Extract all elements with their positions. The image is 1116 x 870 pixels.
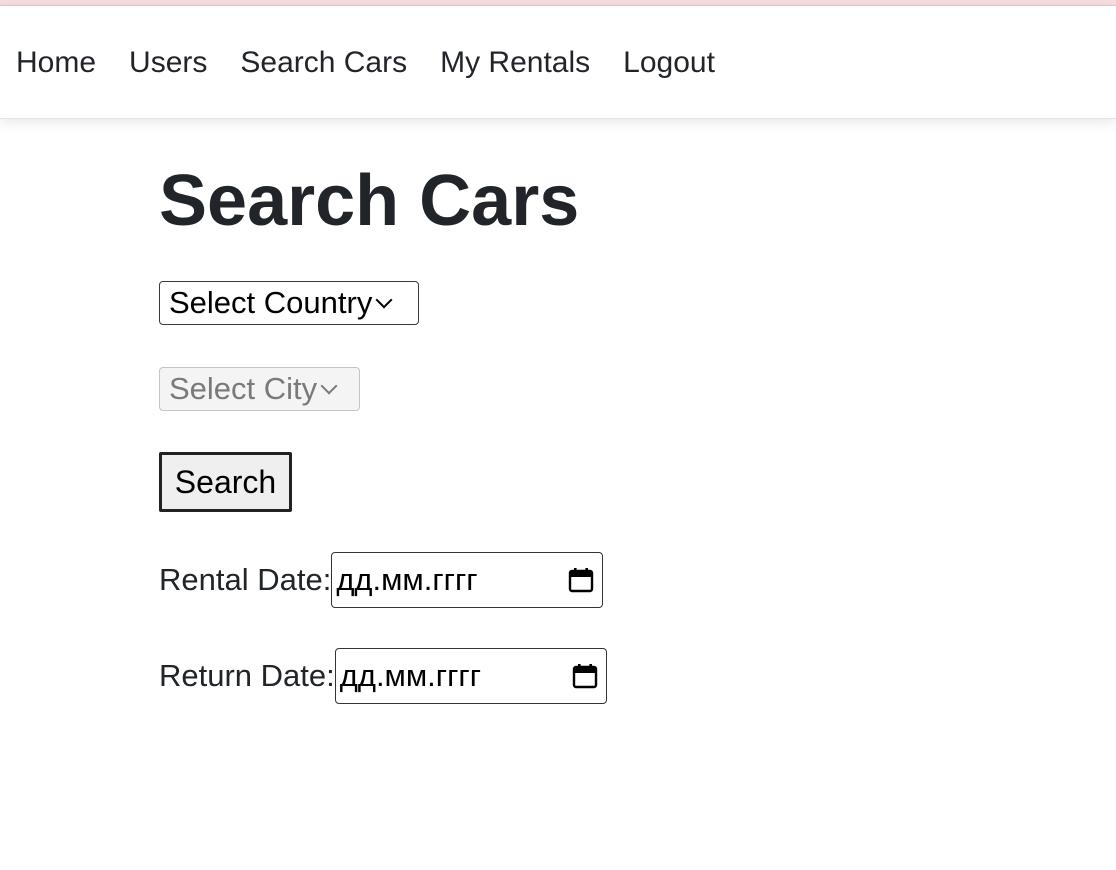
chevron-down-icon [320,377,338,395]
rental-date-placeholder: дд.мм.гггг [336,562,478,597]
rental-date-input[interactable]: дд.мм.гггг [331,552,604,608]
search-button[interactable]: Search [159,452,292,512]
nav-link-logout[interactable]: Logout [623,46,715,79]
calendar-icon[interactable] [568,567,594,593]
nav-list: Home Users Search Cars My Rentals Logout [16,46,715,80]
country-select[interactable]: Select Country [159,281,419,325]
country-select-value: Select Country [169,285,373,320]
nav-link-my-rentals[interactable]: My Rentals [440,46,590,79]
city-select[interactable]: Select City [159,367,360,411]
city-select-value: Select City [169,371,318,406]
nav-link-users[interactable]: Users [129,46,207,79]
calendar-icon[interactable] [572,663,598,689]
page-title: Search Cars [159,161,580,241]
return-date-placeholder: дд.мм.гггг [339,658,482,693]
return-date-row: Return Date: дд.мм.гггг [159,648,607,704]
chevron-down-icon [375,291,393,309]
return-date-input[interactable]: дд.мм.гггг [334,648,607,704]
top-navbar: Home Users Search Cars My Rentals Logout [0,6,1116,119]
nav-link-home[interactable]: Home [16,46,96,79]
rental-date-row: Rental Date: дд.мм.гггг [159,552,604,608]
return-date-label: Return Date: [159,658,335,693]
rental-date-label: Rental Date: [159,562,332,597]
nav-link-search-cars[interactable]: Search Cars [240,46,407,79]
